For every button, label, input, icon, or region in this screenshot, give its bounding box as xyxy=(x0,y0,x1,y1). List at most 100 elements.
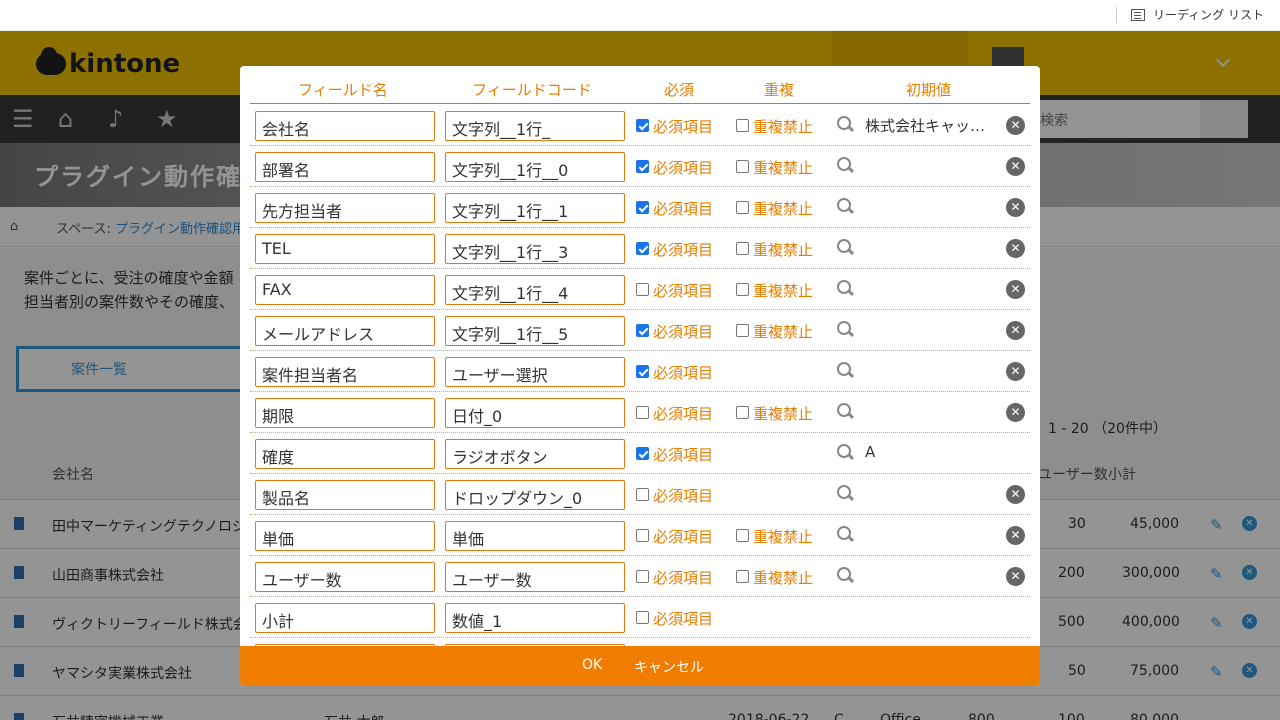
unique-checkbox[interactable] xyxy=(736,283,749,296)
remove-icon[interactable]: ✕ xyxy=(1006,198,1025,217)
unique-label[interactable]: 重複禁止 xyxy=(753,526,813,547)
required-label[interactable]: 必須項目 xyxy=(653,198,713,219)
unique-label[interactable]: 重複禁止 xyxy=(753,567,813,588)
remove-icon[interactable]: ✕ xyxy=(1006,321,1025,340)
unique-checkbox[interactable] xyxy=(736,242,749,255)
unique-label[interactable]: 重複禁止 xyxy=(753,239,813,260)
field-code-input[interactable]: 数値_1 xyxy=(445,603,625,633)
field-name-input[interactable]: 先方担当者 xyxy=(255,193,435,223)
required-checkbox[interactable] xyxy=(636,611,649,624)
remove-icon[interactable]: ✕ xyxy=(1006,157,1025,176)
search-icon[interactable] xyxy=(836,115,856,135)
required-label[interactable]: 必須項目 xyxy=(653,239,713,260)
unique-label[interactable]: 重複禁止 xyxy=(753,116,813,137)
search-icon[interactable] xyxy=(836,484,856,504)
field-code-input[interactable]: ユーザー選択 xyxy=(445,357,625,387)
unique-label[interactable]: 重複禁止 xyxy=(753,280,813,301)
required-checkbox[interactable] xyxy=(636,447,649,460)
unique-checkbox[interactable] xyxy=(736,529,749,542)
required-label[interactable]: 必須項目 xyxy=(653,485,713,506)
header-default-value: 初期値 xyxy=(906,81,952,99)
remove-icon[interactable]: ✕ xyxy=(1006,403,1025,422)
remove-icon[interactable]: ✕ xyxy=(1006,116,1025,135)
required-label[interactable]: 必須項目 xyxy=(653,157,713,178)
unique-label[interactable]: 重複禁止 xyxy=(753,403,813,424)
required-checkbox[interactable] xyxy=(636,242,649,255)
remove-icon[interactable]: ✕ xyxy=(1006,567,1025,586)
field-code-input[interactable]: 文字列__1行__3 xyxy=(445,234,625,264)
unique-checkbox[interactable] xyxy=(736,570,749,583)
search-icon[interactable] xyxy=(836,320,856,340)
field-code-input[interactable]: ラジオボタン xyxy=(445,439,625,469)
required-checkbox[interactable] xyxy=(636,529,649,542)
field-code-input[interactable]: 文字列__1行_ xyxy=(445,111,625,141)
required-checkbox[interactable] xyxy=(636,283,649,296)
required-checkbox[interactable] xyxy=(636,324,649,337)
field-name-input[interactable]: ユーザー数 xyxy=(255,562,435,592)
cancel-button[interactable]: キャンセル xyxy=(634,657,704,677)
field-name-input[interactable]: 製品名 xyxy=(255,480,435,510)
field-name-input[interactable]: 確度 xyxy=(255,439,435,469)
field-name-input[interactable]: FAX xyxy=(255,275,435,305)
search-icon[interactable] xyxy=(836,279,856,299)
field-code-input[interactable]: 日付_0 xyxy=(445,398,625,428)
required-checkbox[interactable] xyxy=(636,201,649,214)
required-checkbox[interactable] xyxy=(636,406,649,419)
required-label[interactable]: 必須項目 xyxy=(653,116,713,137)
required-label[interactable]: 必須項目 xyxy=(653,280,713,301)
field-name-input[interactable]: 小計 xyxy=(255,603,435,633)
field-code-input[interactable]: 文字列__1行__0 xyxy=(445,152,625,182)
default-value[interactable]: 株式会社キャッ… xyxy=(865,115,1000,136)
field-code-input[interactable]: 文字列__1行__4 xyxy=(445,275,625,305)
remove-icon[interactable]: ✕ xyxy=(1006,485,1025,504)
required-checkbox[interactable] xyxy=(636,488,649,501)
required-label[interactable]: 必須項目 xyxy=(653,608,713,629)
required-label[interactable]: 必須項目 xyxy=(653,526,713,547)
required-label[interactable]: 必須項目 xyxy=(653,444,713,465)
field-name-input[interactable]: 期限 xyxy=(255,398,435,428)
unique-checkbox[interactable] xyxy=(736,119,749,132)
search-icon[interactable] xyxy=(836,156,856,176)
unique-label[interactable]: 重複禁止 xyxy=(753,157,813,178)
required-label[interactable]: 必須項目 xyxy=(653,567,713,588)
field-name-input[interactable]: メールアドレス xyxy=(255,316,435,346)
search-icon[interactable] xyxy=(836,197,856,217)
required-checkbox[interactable] xyxy=(636,365,649,378)
field-code-input[interactable]: ユーザー数 xyxy=(445,562,625,592)
field-code-input[interactable]: 文字列__1行__5 xyxy=(445,316,625,346)
search-icon[interactable] xyxy=(836,566,856,586)
reading-list-button[interactable]: リーディング リスト xyxy=(1116,6,1264,23)
remove-icon[interactable]: ✕ xyxy=(1006,280,1025,299)
required-label[interactable]: 必須項目 xyxy=(653,321,713,342)
search-icon[interactable] xyxy=(836,443,856,463)
ok-button[interactable]: OK xyxy=(582,657,602,673)
unique-checkbox[interactable] xyxy=(736,406,749,419)
required-label[interactable]: 必須項目 xyxy=(653,403,713,424)
required-checkbox[interactable] xyxy=(636,570,649,583)
field-name-input[interactable]: 会社名 xyxy=(255,111,435,141)
remove-icon[interactable]: ✕ xyxy=(1006,362,1025,381)
field-name-input[interactable]: 単価 xyxy=(255,521,435,551)
required-checkbox[interactable] xyxy=(636,160,649,173)
field-code-input[interactable]: 文字列__1行__1 xyxy=(445,193,625,223)
search-icon[interactable] xyxy=(836,361,856,381)
unique-checkbox[interactable] xyxy=(736,160,749,173)
field-name-input[interactable]: 案件担当者名 xyxy=(255,357,435,387)
unique-checkbox[interactable] xyxy=(736,201,749,214)
field-code-input[interactable]: ドロップダウン_0 xyxy=(445,480,625,510)
remove-icon[interactable]: ✕ xyxy=(1006,239,1025,258)
field-code-input[interactable]: 単価 xyxy=(445,521,625,551)
field-name-input[interactable]: 部署名 xyxy=(255,152,435,182)
unique-label[interactable]: 重複禁止 xyxy=(753,198,813,219)
search-icon[interactable] xyxy=(836,402,856,422)
search-icon[interactable] xyxy=(836,525,856,545)
unique-label[interactable]: 重複禁止 xyxy=(753,321,813,342)
field-name-input[interactable]: TEL xyxy=(255,234,435,264)
remove-icon[interactable]: ✕ xyxy=(1006,526,1025,545)
default-value[interactable]: A xyxy=(865,443,1000,461)
required-label[interactable]: 必須項目 xyxy=(653,362,713,383)
unique-checkbox[interactable] xyxy=(736,324,749,337)
required-checkbox[interactable] xyxy=(636,119,649,132)
field-settings-list[interactable]: 会社名 文字列__1行_ 必須項目 重複禁止 株式会社キャッ… ✕ 部署名 文字列__1行__… xyxy=(250,105,1030,646)
search-icon[interactable] xyxy=(836,238,856,258)
